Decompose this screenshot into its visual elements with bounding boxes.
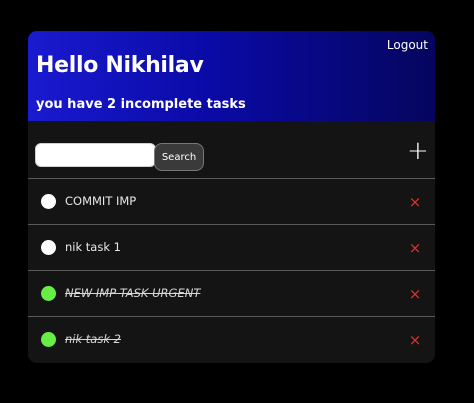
task-row: nik task 1 ×: [28, 224, 435, 270]
delete-task-icon[interactable]: ×: [408, 193, 422, 211]
task-label: nik task 1: [65, 240, 121, 254]
add-task-icon[interactable]: +: [407, 138, 429, 164]
task-row: NEW IMP TASK URGENT ×: [28, 270, 435, 316]
todo-card: Logout Hello Nikhilav you have 2 incompl…: [28, 31, 435, 363]
logout-link[interactable]: Logout: [387, 38, 428, 52]
incomplete-count-text: you have 2 incomplete tasks: [36, 97, 246, 112]
delete-task-icon[interactable]: ×: [408, 285, 422, 303]
task-row: nik task 2 ×: [28, 316, 435, 362]
search-input[interactable]: [35, 143, 156, 167]
task-label: COMMIT IMP: [65, 194, 137, 208]
task-label: nik task 2: [65, 332, 121, 346]
task-label: NEW IMP TASK URGENT: [65, 286, 201, 300]
greeting-title: Hello Nikhilav: [36, 53, 204, 78]
task-list: COMMIT IMP × nik task 1 × NEW IMP TASK U…: [28, 178, 435, 362]
task-status-dot[interactable]: [41, 240, 56, 255]
task-status-dot[interactable]: [41, 194, 56, 209]
task-status-dot[interactable]: [41, 286, 56, 301]
task-row: COMMIT IMP ×: [28, 178, 435, 224]
header-banner: Logout Hello Nikhilav you have 2 incompl…: [28, 31, 435, 121]
task-status-dot[interactable]: [41, 332, 56, 347]
search-button[interactable]: Search: [154, 143, 204, 171]
delete-task-icon[interactable]: ×: [408, 239, 422, 257]
delete-task-icon[interactable]: ×: [408, 331, 422, 349]
